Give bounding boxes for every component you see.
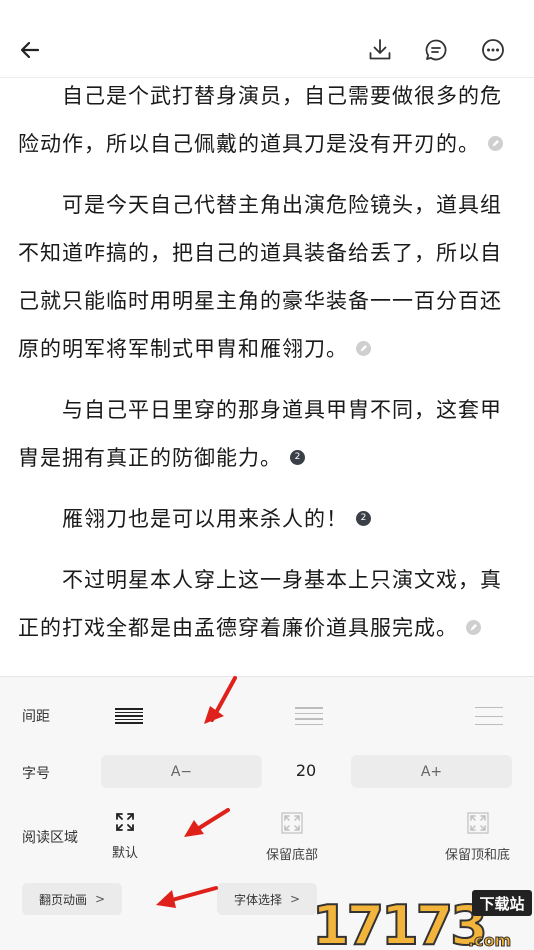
font-increase-button[interactable]: A+ — [351, 755, 512, 788]
paragraph: 不过明星本人穿上这一身基本上只演文戏，真正的打戏全都是由孟德穿着廉价道具服完成。 — [18, 556, 516, 652]
pen-icon[interactable] — [466, 619, 481, 635]
arrow-left-icon — [20, 41, 40, 59]
chevron-right-icon: > — [289, 892, 301, 906]
reading-area-option-label: 保留顶和底 — [445, 848, 511, 863]
download-icon — [369, 39, 391, 60]
spacing-option-loose[interactable] — [475, 703, 503, 729]
watermark-suffix: .com — [468, 931, 511, 950]
paragraph: 可是今天自己代替主角出演危险镜头，道具组不知道咋搞的，把自己的道具装备给丢了，所… — [18, 181, 516, 373]
paragraph: 自己是个武打替身演员，自己需要做很多的危险动作，所以自己佩戴的道具刀是没有开刃的… — [18, 78, 516, 168]
reading-area-default[interactable]: 默认 — [112, 812, 138, 861]
reader-content: 自己是个武打替身演员，自己需要做很多的危险动作，所以自己佩戴的道具刀是没有开刃的… — [0, 78, 534, 676]
download-button[interactable] — [364, 34, 396, 66]
font-decrease-button[interactable]: A− — [101, 755, 262, 788]
more-icon — [482, 39, 504, 61]
comment-button[interactable] — [420, 34, 452, 66]
watermark-tag: 下载站 — [479, 895, 524, 913]
reading-area-option-label: 默认 — [112, 846, 139, 861]
page-animation-button[interactable]: 翻页动画 > — [22, 883, 122, 915]
expand-frame-icon — [466, 812, 489, 834]
comment-icon — [425, 39, 447, 61]
paragraph: 与自己平日里穿的那身道具甲胄不同，这套甲胄是拥有真正的防御能力。 2 — [18, 386, 516, 482]
paragraph-text: 雁翎刀也是可以用来杀人的！ — [62, 507, 348, 531]
more-button[interactable] — [477, 34, 509, 66]
expand-icon — [116, 813, 134, 831]
paragraph-text: 可是今天自己代替主角出演危险镜头，道具组不知道咋搞的，把自己的道具装备给丢了，所… — [18, 193, 502, 361]
chevron-right-icon: > — [94, 892, 106, 906]
reading-area-label: 阅读区域 — [22, 830, 78, 846]
reading-area-option-label: 保留底部 — [266, 848, 319, 863]
reading-area-keep-bottom[interactable]: 保留底部 — [266, 812, 318, 863]
page-animation-label: 翻页动画 — [38, 892, 87, 907]
font-size-label: 字号 — [22, 766, 50, 782]
watermark-number: 17173 — [312, 894, 485, 950]
back-button[interactable] — [14, 34, 46, 66]
spacing-label: 间距 — [22, 709, 50, 725]
spacing-option-medium[interactable] — [295, 703, 323, 729]
paragraph-text: 自己是个武打替身演员，自己需要做很多的危险动作，所以自己佩戴的道具刀是没有开刃的… — [18, 84, 502, 156]
top-bar — [0, 0, 534, 78]
font-size-value: 20 — [295, 761, 317, 780]
font-select-label: 字体选择 — [233, 892, 282, 907]
pen-icon[interactable] — [488, 135, 503, 151]
expand-frame-icon — [281, 812, 303, 834]
comment-count-badge[interactable]: 2 — [356, 510, 371, 526]
site-watermark: 17173 .com 下载站 — [311, 890, 532, 950]
paragraph-text: 与自己平日里穿的那身道具甲胄不同，这套甲胄是拥有真正的防御能力。 — [18, 398, 502, 470]
comment-count-badge[interactable]: 2 — [290, 449, 305, 465]
spacing-option-compact[interactable] — [115, 703, 143, 729]
paragraph-text: 不过明星本人穿上这一身基本上只演文戏，真正的打戏全都是由孟德穿着廉价道具服完成。 — [18, 568, 502, 640]
paragraph: 雁翎刀也是可以用来杀人的！ 2 — [18, 495, 516, 543]
reading-area-keep-top-bottom[interactable]: 保留顶和底 — [445, 812, 510, 863]
font-select-button[interactable]: 字体选择 > — [217, 883, 317, 915]
pen-icon[interactable] — [356, 340, 371, 356]
